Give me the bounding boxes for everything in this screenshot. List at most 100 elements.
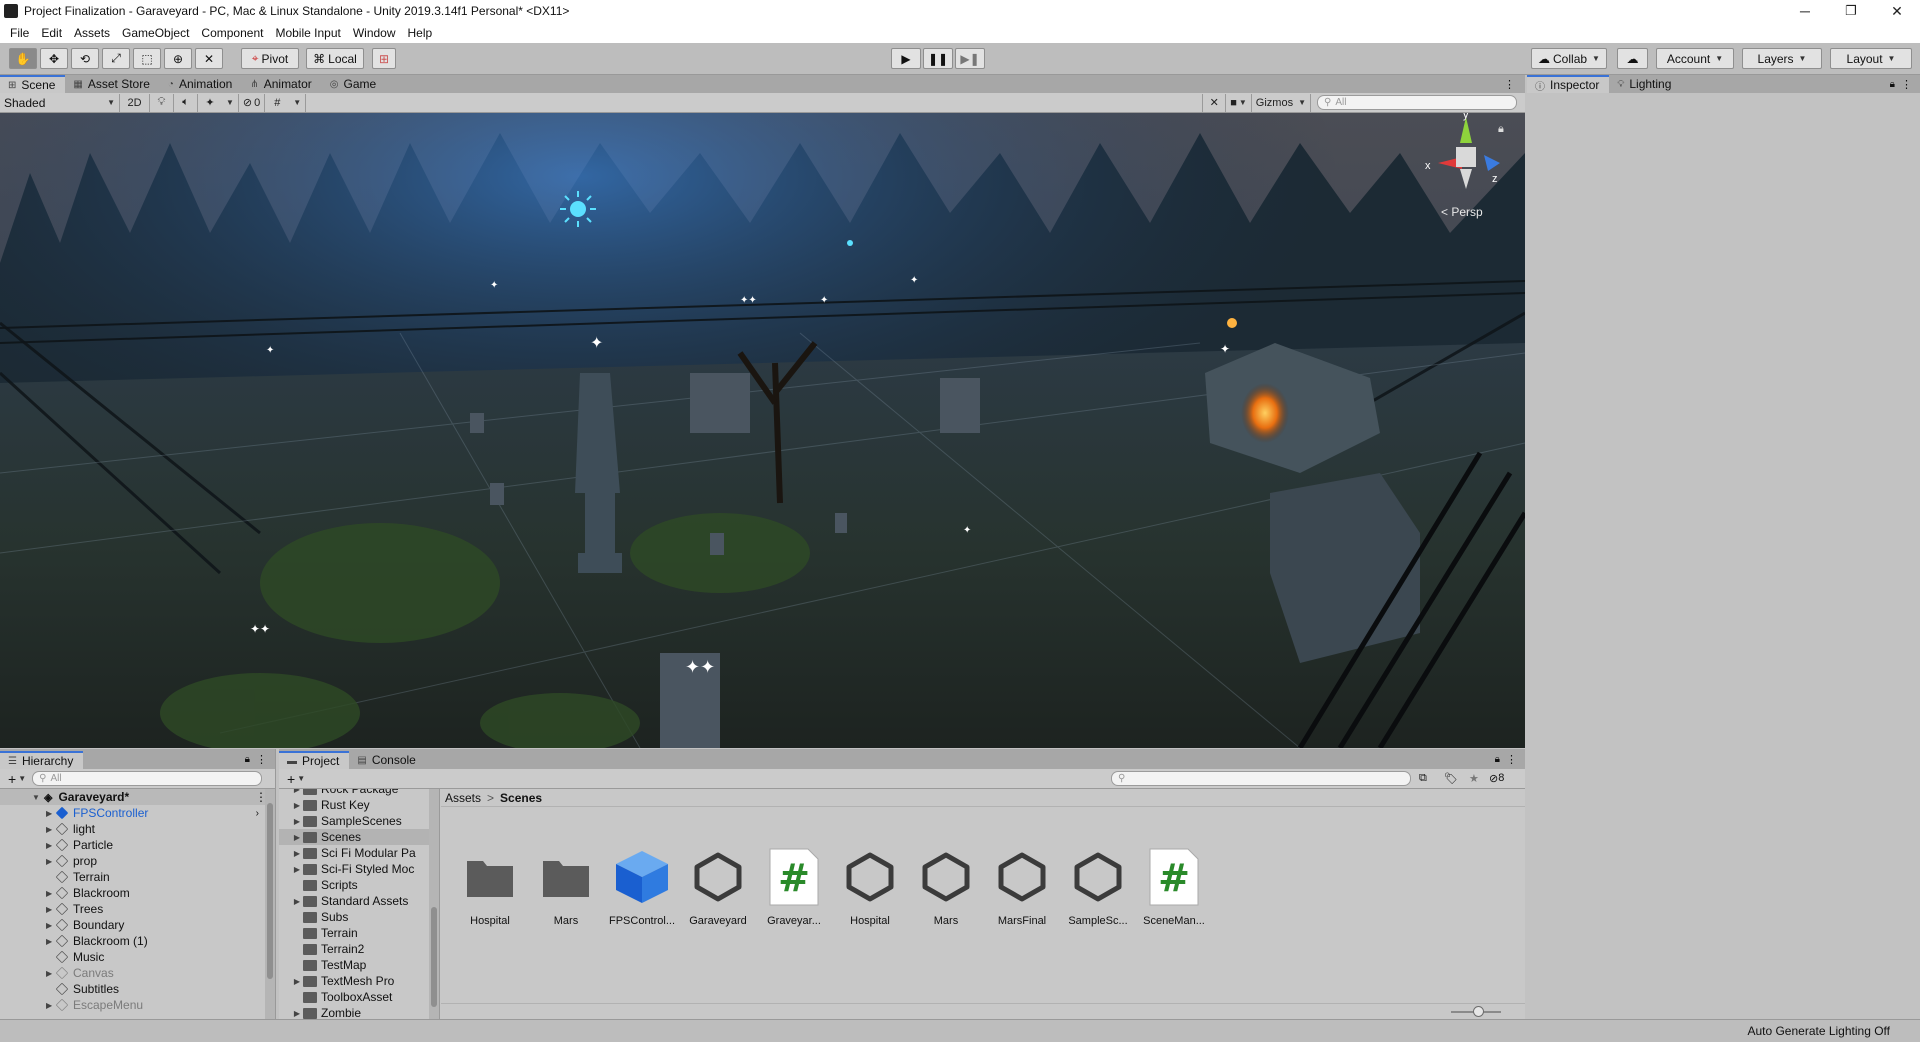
asset-item[interactable]: # SceneMan...: [1139, 847, 1209, 927]
folder-tree-item[interactable]: Terrain: [279, 925, 439, 941]
favorite-star-icon[interactable]: ★: [1469, 772, 1479, 785]
cloud-button[interactable]: ☁: [1617, 48, 1648, 69]
tab-scene[interactable]: ⊞ Scene: [0, 75, 66, 93]
asset-item[interactable]: SampleSc...: [1063, 847, 1133, 927]
tab-game[interactable]: ◎ Game: [322, 75, 386, 93]
menu-window[interactable]: Window: [347, 26, 402, 40]
expand-arrow-icon[interactable]: ▶: [46, 809, 56, 818]
layers-dropdown[interactable]: Layers ▼: [1742, 48, 1822, 69]
breadcrumb-assets[interactable]: Assets: [445, 791, 481, 805]
lock-icon[interactable]: 🔒︎: [1890, 79, 1895, 90]
custom-tool-button[interactable]: ✕: [195, 48, 223, 69]
effects-toggle[interactable]: ✦: [198, 94, 222, 112]
local-toggle[interactable]: ⌘ Local: [306, 48, 364, 69]
expand-arrow-icon[interactable]: ▶: [291, 801, 303, 810]
audio-toggle[interactable]: 🔈︎: [174, 93, 198, 112]
expand-arrow-icon[interactable]: ▶: [46, 937, 56, 946]
folder-tree-item[interactable]: Terrain2: [279, 941, 439, 957]
restore-button[interactable]: ❐: [1828, 0, 1874, 22]
lock-icon[interactable]: 🔒︎: [1498, 123, 1504, 136]
hierarchy-item[interactable]: ▶ Blackroom (1): [0, 933, 275, 949]
move-tool-button[interactable]: ✥: [40, 48, 68, 69]
expand-arrow-icon[interactable]: ▶: [46, 857, 56, 866]
shading-mode-dropdown[interactable]: Shaded ▼: [0, 93, 120, 112]
expand-arrow-icon[interactable]: ▶: [291, 849, 303, 858]
effects-dropdown[interactable]: ▼: [222, 93, 239, 112]
tab-animator[interactable]: ⋔ Animator: [242, 75, 321, 93]
asset-item[interactable]: Mars: [531, 847, 601, 927]
hidden-packages-toggle[interactable]: ⊘ 8: [1489, 772, 1504, 785]
asset-item[interactable]: FPSControl...: [607, 847, 677, 927]
plus-icon[interactable]: +: [287, 771, 295, 787]
menu-assets[interactable]: Assets: [68, 26, 116, 40]
scene-root-row[interactable]: ▼ ◈ Garaveyard* ⋮: [0, 789, 275, 805]
hierarchy-item[interactable]: ▶ Canvas: [0, 965, 275, 981]
tab-project[interactable]: ▬ Project: [279, 751, 350, 769]
pause-button[interactable]: ❚❚: [923, 48, 953, 69]
kebab-menu-icon[interactable]: ⋮: [1901, 78, 1912, 91]
breadcrumb-scenes[interactable]: Scenes: [500, 791, 542, 805]
lock-icon[interactable]: 🔒︎: [245, 754, 250, 765]
expand-arrow-icon[interactable]: ▶: [46, 969, 56, 978]
sun-gizmo-icon[interactable]: [560, 191, 596, 227]
icon-size-slider-thumb[interactable]: [1473, 1006, 1484, 1017]
hierarchy-item[interactable]: ▶ Blackroom: [0, 885, 275, 901]
folder-tree-item[interactable]: ▶ Scenes: [279, 829, 439, 845]
menu-file[interactable]: File: [4, 26, 35, 40]
menu-edit[interactable]: Edit: [35, 26, 68, 40]
scene-viewport[interactable]: ✦ ✦✦ ✦✦ ✦ ✦ ✦✦ ✦ ✦ ✦ ✦ y x z 🔒︎ < Persp: [0, 113, 1525, 748]
pivot-toggle[interactable]: ⌖ Pivot: [241, 48, 299, 69]
account-dropdown[interactable]: Account ▼: [1656, 48, 1734, 69]
asset-item[interactable]: Mars: [911, 847, 981, 927]
projection-toggle[interactable]: < Persp: [1441, 205, 1483, 219]
menu-mobile-input[interactable]: Mobile Input: [269, 26, 346, 40]
rotate-tool-button[interactable]: ⟲: [71, 48, 99, 69]
expand-arrow-icon[interactable]: ▶: [46, 889, 56, 898]
folder-scrollbar[interactable]: [429, 789, 439, 1019]
close-button[interactable]: ✕: [1874, 0, 1920, 22]
filter-by-type-icon[interactable]: ⧉: [1419, 772, 1427, 785]
tab-console[interactable]: ▤ Console: [349, 751, 425, 769]
hierarchy-scrollbar[interactable]: [265, 789, 275, 1019]
tab-asset-store[interactable]: ▦ Asset Store: [65, 75, 159, 93]
transform-tool-button[interactable]: ⊕: [164, 48, 192, 69]
folder-tree-item[interactable]: ▶ Standard Assets: [279, 893, 439, 909]
scene-tools-button[interactable]: ✕: [1202, 93, 1227, 112]
filter-by-label-icon[interactable]: 🏷︎: [1444, 772, 1458, 785]
snap-toggle[interactable]: ⊞: [372, 48, 396, 69]
2d-toggle[interactable]: 2D: [120, 93, 150, 112]
folder-tree-item[interactable]: ▶ Sci-Fi Styled Moc: [279, 861, 439, 877]
chevron-down-icon[interactable]: ▼: [18, 774, 26, 783]
hierarchy-scroll-thumb[interactable]: [267, 803, 273, 979]
hierarchy-item[interactable]: ▶ prop: [0, 853, 275, 869]
lock-icon[interactable]: 🔒︎: [1495, 754, 1500, 765]
hierarchy-search-input[interactable]: ⚲ All: [32, 771, 263, 786]
folder-tree-item[interactable]: ▶ Rust Key: [279, 797, 439, 813]
folder-tree-item[interactable]: ▶ Rock Package: [279, 789, 439, 797]
expand-arrow-icon[interactable]: ▶: [46, 841, 56, 850]
folder-tree-item[interactable]: ▶ SampleScenes: [279, 813, 439, 829]
hidden-objects-toggle[interactable]: ⊘ 0: [239, 93, 266, 112]
hierarchy-item[interactable]: ▶ light: [0, 821, 275, 837]
hierarchy-item[interactable]: Terrain: [0, 869, 275, 885]
asset-item[interactable]: Hospital: [455, 847, 525, 927]
expand-arrow-icon[interactable]: ▶: [291, 977, 303, 986]
step-button[interactable]: ▶❚: [955, 48, 985, 69]
scale-tool-button[interactable]: ⤢: [102, 48, 130, 69]
folder-tree-item[interactable]: ▶ Sci Fi Modular Pa: [279, 845, 439, 861]
menu-gameobject[interactable]: GameObject: [116, 26, 195, 40]
expand-arrow-icon[interactable]: ▶: [291, 1009, 303, 1018]
expand-arrow-icon[interactable]: ▶: [291, 865, 303, 874]
kebab-menu-icon[interactable]: ⋮: [1506, 753, 1517, 766]
asset-item[interactable]: Garaveyard: [683, 847, 753, 927]
folder-tree-item[interactable]: Subs: [279, 909, 439, 925]
tab-animation[interactable]: ◔ Animation: [160, 75, 242, 93]
lighting-toggle[interactable]: 💡︎: [150, 93, 174, 112]
expand-arrow-icon[interactable]: ▶: [46, 905, 56, 914]
grid-toggle[interactable]: #: [265, 94, 289, 112]
hierarchy-item[interactable]: ▶ Boundary: [0, 917, 275, 933]
expand-arrow-icon[interactable]: ▶: [291, 789, 303, 794]
asset-item[interactable]: # Graveyar...: [759, 847, 829, 927]
chevron-down-icon[interactable]: ▼: [297, 774, 305, 783]
expand-arrow-icon[interactable]: ▶: [291, 833, 303, 842]
